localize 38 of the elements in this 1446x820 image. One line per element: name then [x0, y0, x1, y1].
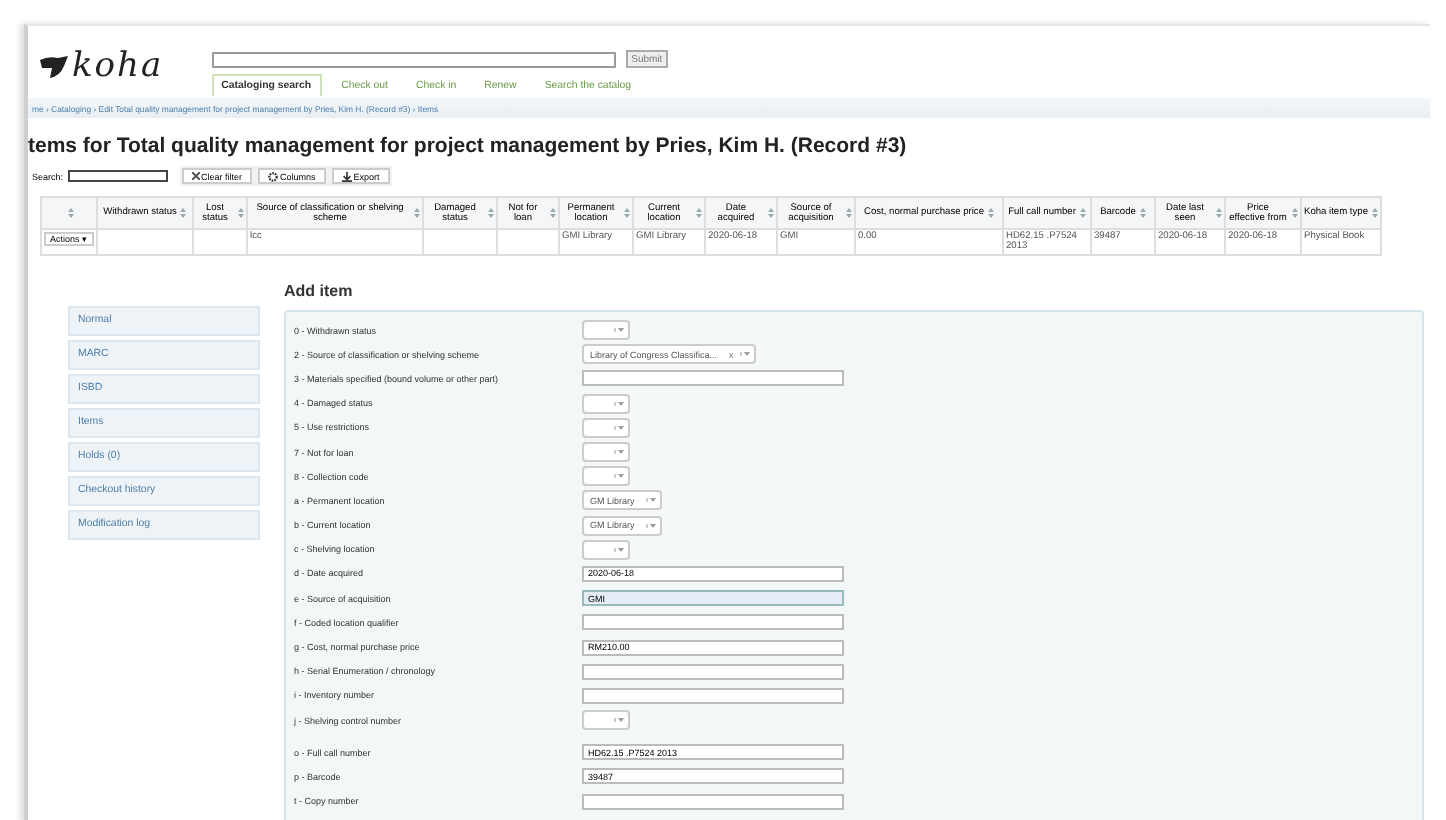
caret-icon — [739, 352, 750, 357]
search-field[interactable] — [211, 51, 616, 67]
sort-icon[interactable] — [1079, 208, 1086, 218]
filter-field[interactable] — [67, 170, 168, 182]
gear-icon — [268, 171, 279, 181]
select-field[interactable] — [582, 466, 630, 487]
caret-icon — [614, 401, 624, 406]
text-field[interactable] — [582, 687, 844, 704]
page-heading: tems for Total quality management for project management by Pries, Kim H. (Record #3) — [28, 134, 909, 158]
sort-icon[interactable] — [68, 208, 74, 218]
caret-icon — [614, 547, 624, 552]
text-field[interactable] — [582, 614, 844, 631]
column-header[interactable] — [41, 197, 97, 229]
text-field[interactable] — [582, 663, 844, 680]
sort-icon[interactable] — [180, 208, 187, 218]
select-field[interactable] — [582, 710, 630, 731]
logo-text: koha — [72, 46, 164, 86]
form-title: Add item — [284, 282, 355, 300]
close-icon — [191, 172, 200, 180]
sort-icon[interactable] — [988, 208, 994, 218]
caret-icon — [614, 474, 624, 479]
caret-icon — [614, 328, 624, 333]
caret-icon — [646, 523, 657, 528]
sort-icon[interactable] — [1139, 208, 1146, 218]
select-field[interactable] — [582, 442, 630, 463]
text-field[interactable] — [582, 370, 844, 387]
caret-icon — [614, 425, 624, 430]
caret-icon — [614, 718, 624, 723]
select-field[interactable] — [582, 417, 630, 438]
select-field[interactable] — [582, 393, 630, 414]
logo-icon — [40, 55, 68, 77]
download-icon — [341, 171, 352, 181]
sort-icon[interactable] — [1372, 208, 1378, 218]
select-field[interactable] — [582, 320, 630, 341]
text-field[interactable] — [582, 793, 844, 810]
caret-icon — [646, 498, 657, 503]
caret-icon — [614, 450, 624, 455]
select-field[interactable] — [582, 539, 630, 560]
